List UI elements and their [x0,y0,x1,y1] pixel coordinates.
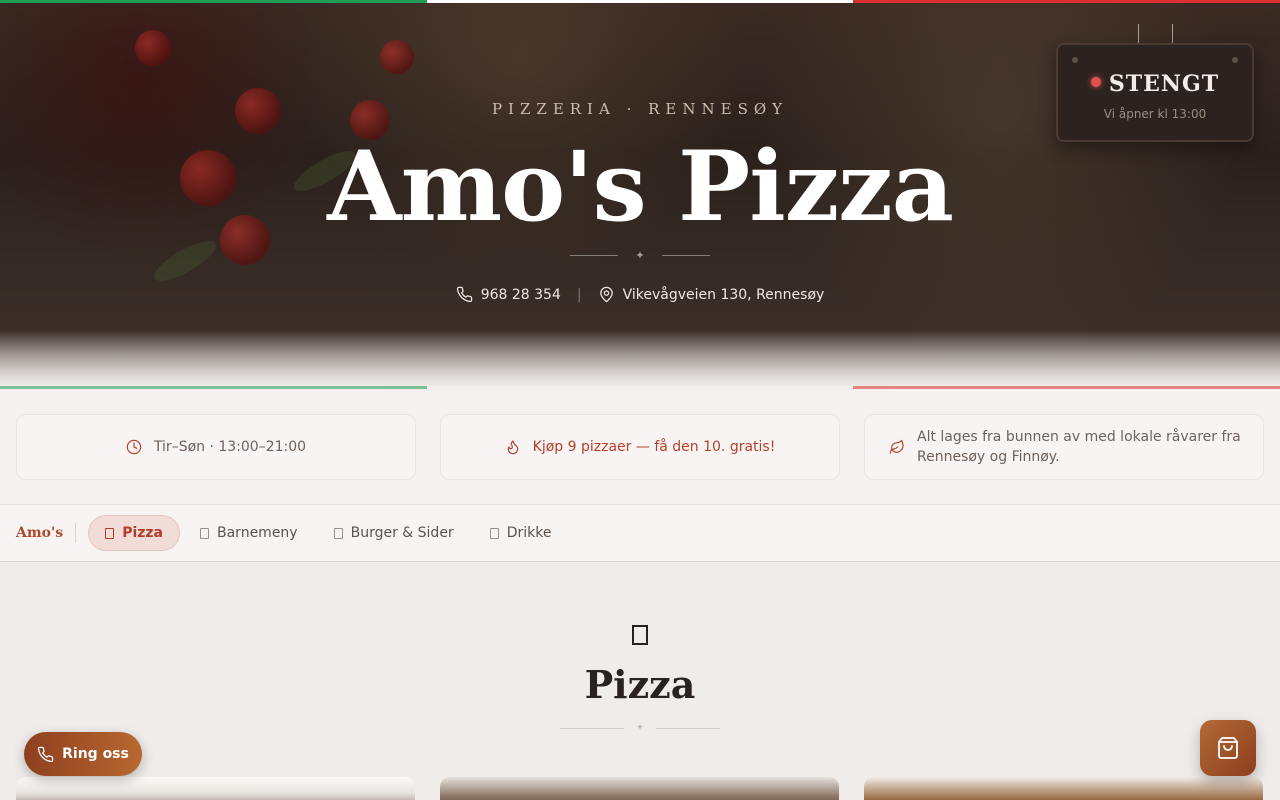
address-link[interactable]: Vikevågveien 130, Rennesøy [598,286,825,303]
section-divider: ✦ [560,722,720,734]
tab-pizza[interactable]: Pizza [88,515,180,551]
flag-stripe-bottom [0,386,1280,389]
flag-red [853,0,1280,3]
tab-label: Pizza [122,525,163,541]
tab-drikke[interactable]: Drikke [474,515,568,551]
hero-divider: ✦ [570,248,710,262]
divider-line [655,727,720,729]
hours-card: Tir–Søn · 13:00–21:00 [16,414,416,480]
status-text: STENGT [1108,71,1220,97]
nav-brand[interactable]: Amo's [16,525,63,541]
sign-wire [1138,24,1139,44]
menu-item-card[interactable] [440,777,839,800]
tab-label: Barnemeny [217,525,298,541]
cart-button[interactable] [1200,720,1256,776]
contact-row: 968 28 354 | Vikevågveien 130, Rennesøy [0,286,1280,303]
status-label: STENGT [1058,71,1252,97]
sign-nail [1232,57,1238,63]
call-button-label: Ring oss [62,746,129,762]
tomato-decoration [135,30,171,66]
divider-line [570,254,618,256]
map-pin-icon [599,286,613,303]
tab-label: Burger & Sider [350,525,454,541]
tab-label: Drikke [506,525,552,541]
info-strip: Tir–Søn · 13:00–21:00 Kjøp 9 pizzaer — f… [0,390,1280,504]
contact-separator: | [576,286,582,303]
promo-card: Kjøp 9 pizzaer — få den 10. gratis! [440,414,840,480]
leaf-icon [889,439,904,454]
phone-icon [456,286,472,303]
promo-text: Kjøp 9 pizzaer — få den 10. gratis! [532,439,776,455]
divider-ornament: ✦ [635,248,645,262]
divider-line [560,727,624,729]
menu-item-card[interactable] [16,777,415,800]
hours-text: Tir–Søn · 13:00–21:00 [153,439,307,455]
drink-icon [489,527,499,539]
local-card: Alt lages fra bunnen av med lokale råvar… [864,414,1264,480]
section-title: Pizza [584,662,696,707]
nav-separator [75,523,77,543]
tab-burger-sider[interactable]: Burger & Sider [318,515,470,551]
hero-fade [0,330,1280,390]
tab-barnemeny[interactable]: Barnemeny [184,515,314,551]
category-nav: Amo's Pizza Barnemeny Burger & Sider Dri… [0,504,1280,562]
phone-number: 968 28 354 [480,286,561,303]
flag-green [0,0,427,3]
page-title: Amo's Pizza [327,130,954,243]
open-status-sign: STENGT Vi åpner kl 13:00 [1056,43,1254,142]
shopping-bag-icon [1218,737,1238,759]
divider-ornament: ✦ [636,723,644,733]
flag-white [426,386,854,389]
tomato-decoration [380,40,414,74]
status-indicator-icon [1090,77,1101,87]
pizza-section-icon [632,625,648,645]
kids-menu-icon [200,527,209,539]
call-button[interactable]: Ring oss [24,732,142,776]
pizza-icon [105,527,115,539]
flame-icon [507,440,518,455]
local-text: Alt lages fra bunnen av med lokale råvar… [917,429,1241,465]
flag-stripe-top [0,0,1280,3]
menu-item-card[interactable] [864,777,1263,800]
flag-white [426,0,854,3]
phone-link[interactable]: 968 28 354 [456,286,561,303]
phone-icon [37,746,54,762]
flag-red [853,386,1280,389]
clock-icon [126,439,142,455]
address-text: Vikevågveien 130, Rennesøy [622,286,825,303]
divider-line [662,254,710,256]
burger-icon [333,527,343,539]
sign-nail [1072,57,1078,63]
flag-green [0,386,427,389]
sign-wire [1172,24,1173,44]
opening-time: Vi åpner kl 13:00 [1103,107,1207,121]
